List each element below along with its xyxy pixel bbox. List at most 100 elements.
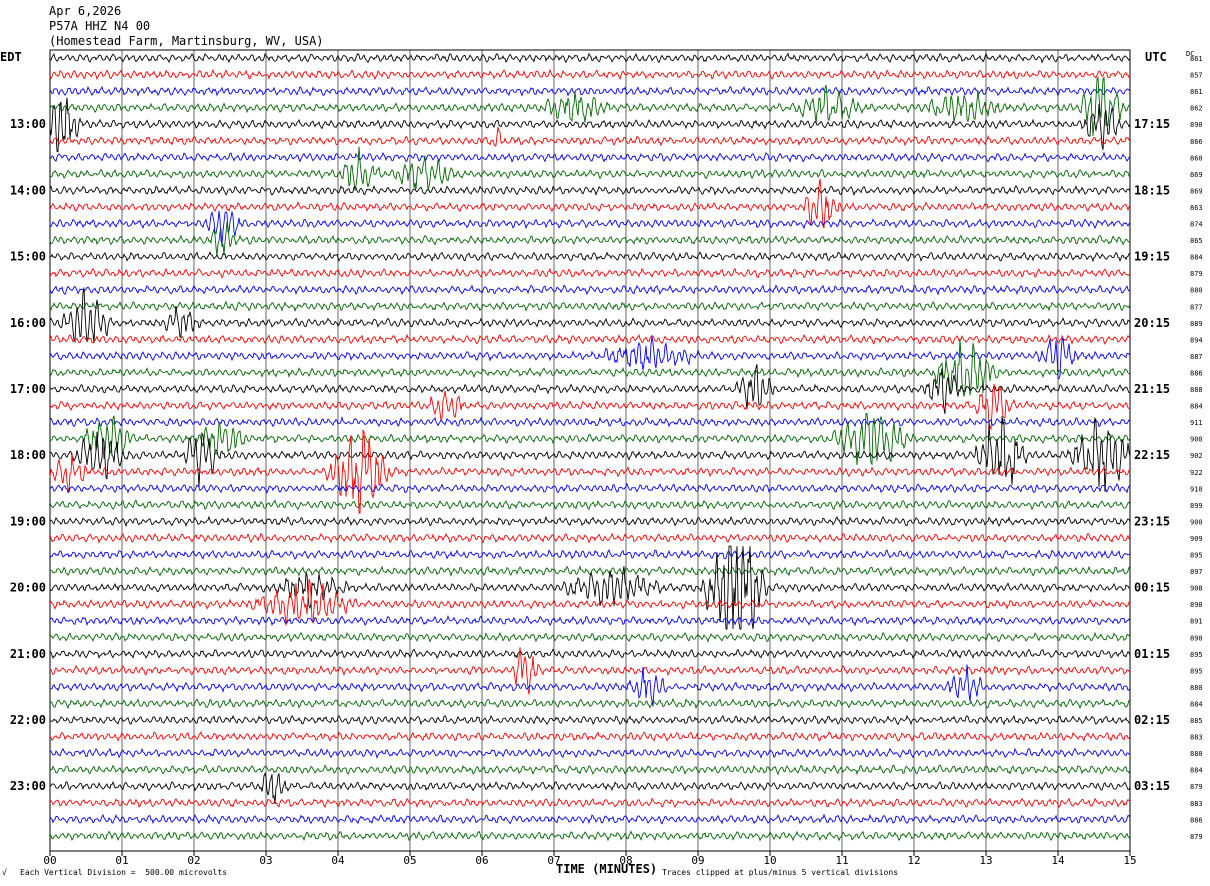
- trace-line: [49, 300, 1131, 313]
- trace-line: [49, 499, 1131, 511]
- dc-offset-label: 902: [1190, 452, 1203, 460]
- trace-line: [49, 549, 1131, 560]
- footer-mark: √: [2, 868, 7, 877]
- left-hour-label: 18:00: [10, 448, 46, 462]
- dc-offset-label: 857: [1190, 72, 1203, 80]
- trace-line: [49, 747, 1131, 759]
- scale-note: Each Vertical Division = 500.00 microvol…: [20, 868, 228, 877]
- x-tick-label: 01: [115, 854, 128, 867]
- trace-line: [50, 565, 1131, 577]
- dc-offset-label: 886: [1190, 816, 1203, 824]
- dc-offset-label: 898: [1190, 601, 1203, 609]
- right-hour-label: 03:15: [1134, 779, 1170, 793]
- dc-offset-label: 895: [1190, 552, 1203, 560]
- dc-offset-label: 865: [1190, 237, 1203, 245]
- left-hour-label: 19:00: [10, 514, 46, 528]
- trace-line: [49, 545, 1131, 630]
- trace-line: [49, 126, 1131, 147]
- dc-offset-label: 883: [1190, 800, 1203, 808]
- dc-offset-label: 860: [1190, 154, 1203, 162]
- dc-offset-label: 861: [1190, 55, 1203, 63]
- trace-line: [49, 151, 1131, 163]
- dc-offset-label: 885: [1190, 717, 1203, 725]
- x-tick-label: 10: [763, 854, 776, 867]
- left-hour-label: 23:00: [10, 779, 46, 793]
- right-hour-label: 00:15: [1134, 581, 1170, 595]
- x-tick-label: 09: [691, 854, 704, 867]
- dc-offset-label: 922: [1190, 469, 1203, 477]
- trace-line: [49, 714, 1131, 726]
- trace-line: [49, 813, 1131, 825]
- dc-offset-label: 900: [1190, 518, 1203, 526]
- right-hour-label: 17:15: [1134, 117, 1170, 131]
- clip-note: Traces clipped at plus/minus 5 vertical …: [662, 868, 899, 877]
- trace-line: [49, 697, 1131, 710]
- left-hour-label: 22:00: [10, 713, 46, 727]
- x-tick-label: 11: [835, 854, 848, 867]
- trace-line: [49, 515, 1131, 528]
- right-hour-label: 19:15: [1134, 250, 1170, 264]
- x-tick-label: 06: [475, 854, 488, 867]
- x-tick-label: 13: [979, 854, 992, 867]
- trace-line: [49, 85, 1131, 97]
- trace-line: [49, 75, 1130, 137]
- left-hour-label: 14:00: [10, 183, 46, 197]
- dc-offset-label: 887: [1190, 353, 1203, 361]
- dc-offset-label: 884: [1190, 700, 1203, 708]
- dc-offset-label: 879: [1190, 270, 1203, 278]
- right-hour-label: 23:15: [1134, 514, 1170, 528]
- dc-offset-label: 880: [1190, 287, 1203, 295]
- dc-offset-label: 888: [1190, 386, 1203, 394]
- trace-line: [49, 416, 1131, 493]
- right-hour-label: 01:15: [1134, 647, 1170, 661]
- trace-line: [49, 333, 1131, 345]
- trace-line: [49, 764, 1131, 776]
- dc-offset-label: 862: [1190, 105, 1203, 113]
- left-hour-label: 20:00: [10, 581, 46, 595]
- dc-offset-label: 886: [1190, 369, 1203, 377]
- dc-offset-label: 909: [1190, 535, 1203, 543]
- x-tick-label: 02: [187, 854, 200, 867]
- dc-offset-label: 861: [1190, 88, 1203, 96]
- dc-offset-label: 883: [1190, 734, 1203, 742]
- x-tick-label: 14: [1051, 854, 1065, 867]
- dc-offset-label: 879: [1190, 783, 1203, 791]
- right-hour-label: 21:15: [1134, 382, 1170, 396]
- left-hour-label: 16:00: [10, 316, 46, 330]
- trace-line: [49, 146, 1131, 191]
- trace-line: [49, 730, 1131, 743]
- dc-offset-label: 910: [1190, 485, 1203, 493]
- dc-offset-label: 894: [1190, 336, 1203, 344]
- trace-line: [49, 221, 1130, 257]
- trace-line: [49, 250, 1131, 263]
- dc-offset-label: 911: [1190, 419, 1203, 427]
- trace-line: [49, 615, 1131, 627]
- trace-line: [49, 68, 1131, 81]
- dc-offset-label: 890: [1190, 634, 1203, 642]
- helicorder-chart: 00 01 02 03 04 05 06 07 08 09 10 11 12 13 14 1586185786…: [10, 49, 1203, 867]
- dc-offset-label: 890: [1190, 121, 1203, 129]
- dc-offset-label: 880: [1190, 750, 1203, 758]
- x-tick-label: 15: [1123, 854, 1136, 867]
- dc-offset-label: 880: [1190, 684, 1203, 692]
- right-hour-label: 18:15: [1134, 183, 1170, 197]
- dc-offset-label: 869: [1190, 187, 1203, 195]
- dc-offset-label: 877: [1190, 303, 1203, 311]
- right-hour-label: 22:15: [1134, 448, 1170, 462]
- trace-line: [49, 97, 1131, 153]
- left-hour-label: 17:00: [10, 382, 46, 396]
- trace-line: [49, 797, 1131, 809]
- dc-offset-label: 879: [1190, 833, 1203, 841]
- trace-line: [49, 52, 1131, 64]
- dc-offset-label: 863: [1190, 204, 1203, 212]
- x-tick-label: 00: [43, 854, 56, 867]
- dc-offset-label: 899: [1190, 502, 1203, 510]
- right-hour-label: 02:15: [1134, 713, 1170, 727]
- trace-line: [49, 532, 1131, 544]
- trace-line: [49, 830, 1131, 842]
- dc-offset-label: 884: [1190, 403, 1203, 411]
- x-tick-label: 12: [907, 854, 920, 867]
- dc-offset-label: 895: [1190, 667, 1203, 675]
- seismic-traces: [49, 52, 1131, 842]
- trace-line: [49, 772, 1131, 805]
